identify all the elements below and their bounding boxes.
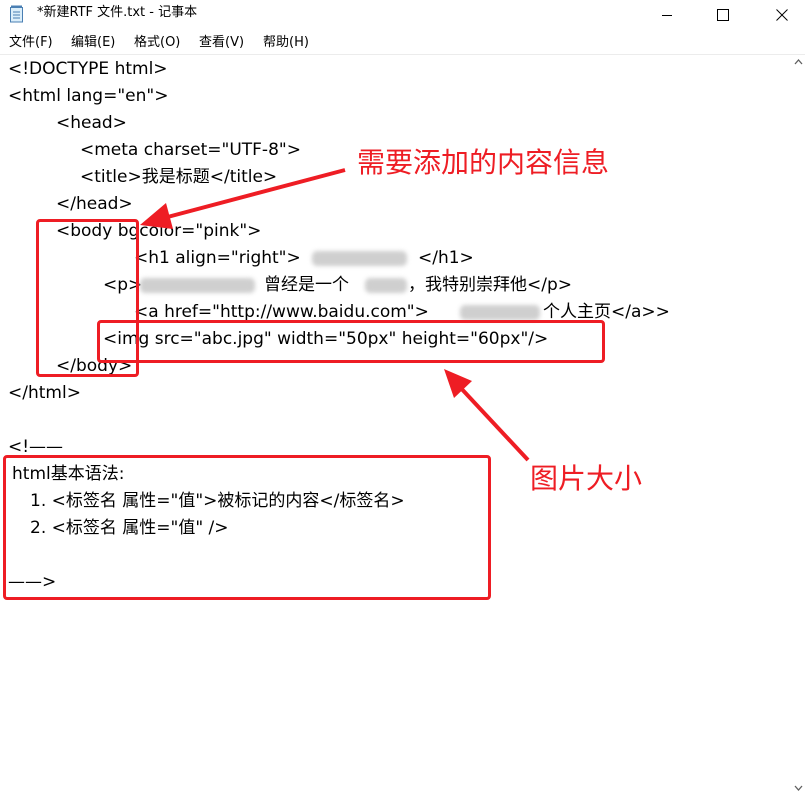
menu-file[interactable]: 文件(F): [9, 34, 53, 51]
menu-edit[interactable]: 编辑(E): [71, 34, 115, 51]
annotation-box-syntax: [3, 455, 491, 600]
code-line-doctype: <!DOCTYPE html>: [8, 59, 168, 79]
code-line-meta: <meta charset="UTF-8">: [80, 140, 301, 160]
notepad-icon: [10, 5, 23, 23]
annotation-label-content: 需要添加的内容信息: [357, 146, 610, 179]
close-button[interactable]: [759, 0, 805, 30]
code-line-head-open: <head>: [56, 113, 127, 133]
annotation-label-image-size: 图片大小: [530, 462, 643, 495]
blurred-text: [365, 278, 407, 293]
code-line-html-close: </html>: [8, 383, 81, 403]
code-line-h1-open: <h1 align="right">: [134, 248, 301, 268]
close-icon: [776, 9, 788, 21]
title-bar[interactable]: *新建RTF 文件.txt - 记事本: [0, 0, 805, 30]
scroll-down-icon[interactable]: [792, 781, 805, 795]
minimize-button[interactable]: [644, 0, 690, 30]
maximize-button[interactable]: [700, 0, 746, 30]
blurred-text: [460, 305, 540, 320]
window-title: *新建RTF 文件.txt - 记事本: [37, 5, 198, 20]
code-line-p-text-a: 曾经是一个: [264, 275, 349, 295]
code-line-head-close: </head>: [56, 194, 133, 214]
minimize-icon: [662, 15, 672, 16]
annotation-box-img: [97, 320, 605, 363]
blurred-text: [312, 251, 407, 266]
code-line-title: <title>我是标题</title>: [80, 167, 278, 187]
vertical-scrollbar[interactable]: [792, 55, 805, 795]
code-line-html-open: <html lang="en">: [8, 86, 169, 106]
menu-bar: 文件(F) 编辑(E) 格式(O) 查看(V) 帮助(H): [0, 31, 805, 53]
menu-view[interactable]: 查看(V): [199, 34, 244, 51]
blurred-text: [140, 278, 255, 293]
scroll-up-icon[interactable]: [792, 55, 805, 69]
code-line-p-text-b: ，我特别崇拜他</p>: [408, 275, 573, 295]
code-line-h1-close: </h1>: [418, 248, 474, 268]
menu-format[interactable]: 格式(O): [134, 34, 180, 51]
maximize-icon: [717, 9, 729, 21]
menu-help[interactable]: 帮助(H): [263, 34, 309, 51]
